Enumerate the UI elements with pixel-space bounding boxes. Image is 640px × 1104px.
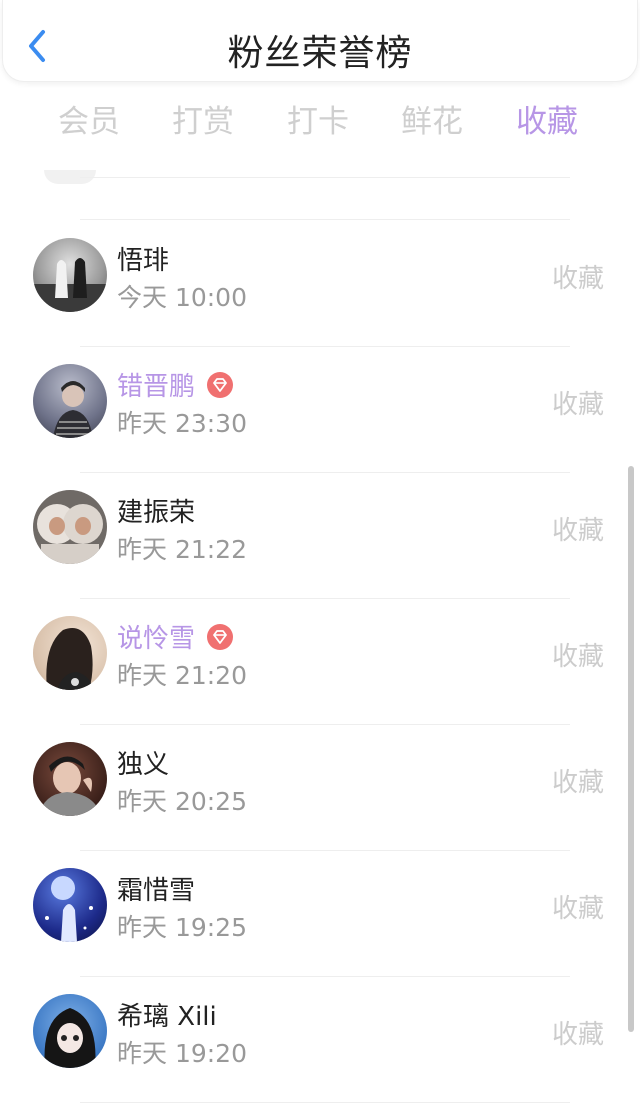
fan-time: 昨天 23:30: [117, 409, 247, 438]
avatar: [33, 490, 107, 564]
favorite-label: 收藏: [551, 264, 604, 294]
favorite-label: 收藏: [551, 516, 604, 546]
list-item[interactable]: 希璃 Xili 昨天 19:20 收藏: [0, 976, 640, 1102]
fan-time: 昨天 20:25: [117, 787, 247, 816]
avatar: [33, 364, 107, 438]
list-item[interactable]: 独义 昨天 20:25 收藏: [0, 724, 640, 850]
tab-bar: 会员 打赏 打卡 鲜花 收藏: [0, 96, 640, 146]
favorite-label: 收藏: [551, 642, 604, 672]
page-title: 粉丝荣誉榜: [227, 33, 413, 74]
avatar: [33, 616, 107, 690]
avatar: [33, 238, 107, 312]
list-item[interactable]: 说怜雪 昨天 21:20 收藏: [0, 598, 640, 724]
fan-name: 说怜雪: [117, 618, 234, 655]
scrollbar[interactable]: [628, 466, 634, 1032]
divider: [80, 1102, 570, 1103]
fan-name: 独义: [117, 750, 170, 780]
favorite-label: 收藏: [551, 894, 604, 924]
divider: [80, 177, 570, 178]
list-item[interactable]: 错晋鹏 昨天 23:30 收藏: [0, 346, 640, 472]
fan-name: 悟琲: [117, 246, 170, 276]
avatar: [33, 994, 107, 1068]
tab-checkin[interactable]: 打卡: [273, 96, 363, 141]
avatar: [33, 868, 107, 942]
fan-name: 建振荣: [117, 498, 196, 528]
favorite-label: 收藏: [551, 768, 604, 798]
fan-name: 错晋鹏: [117, 366, 234, 403]
fan-time: 昨天 19:25: [117, 913, 247, 942]
fan-name: 霜惜雪: [117, 876, 196, 906]
fan-time: 昨天 21:22: [117, 535, 247, 564]
fan-time: 今天 10:00: [117, 283, 247, 312]
fan-time: 昨天 19:20: [117, 1039, 247, 1068]
fan-name: 希璃 Xili: [117, 1002, 217, 1032]
diamond-icon: [207, 623, 234, 650]
tab-reward[interactable]: 打赏: [158, 96, 248, 141]
favorite-label: 收藏: [551, 1020, 604, 1050]
diamond-icon: [207, 371, 234, 398]
list-item[interactable]: 建振荣 昨天 21:22 收藏: [0, 472, 640, 598]
list-item[interactable]: 霜惜雪 昨天 19:25 收藏: [0, 850, 640, 976]
tab-member[interactable]: 会员: [44, 96, 134, 141]
tab-favorites[interactable]: 收藏: [502, 96, 592, 141]
list-item[interactable]: 悟琲 今天 10:00 收藏: [0, 220, 640, 346]
fan-time: 昨天 21:20: [117, 661, 247, 690]
tab-flowers[interactable]: 鲜花: [387, 96, 477, 141]
favorite-label: 收藏: [551, 390, 604, 420]
avatar: [33, 742, 107, 816]
top-bar: 粉丝荣誉榜: [2, 0, 638, 82]
